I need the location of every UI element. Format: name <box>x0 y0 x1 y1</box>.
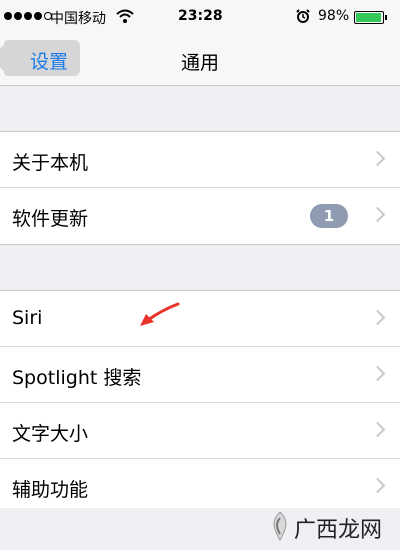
row-label: 文字大小 <box>12 423 89 445</box>
battery-fill <box>356 13 382 22</box>
settings-row-spotlight[interactable]: Spotlight 搜索 <box>0 347 400 403</box>
settings-row-about[interactable]: 关于本机 <box>0 132 400 188</box>
chevron-right-icon <box>369 150 386 167</box>
wifi-icon <box>116 9 134 23</box>
page-title: 通用 <box>180 52 219 74</box>
watermark-logo-icon <box>273 511 287 542</box>
row-label: 软件更新 <box>12 208 89 230</box>
row-label: 关于本机 <box>12 152 89 174</box>
chevron-right-icon <box>369 477 386 494</box>
carrier-name: 中国移动 <box>50 11 106 27</box>
settings-row-accessibility[interactable]: 辅助功能 <box>0 459 400 515</box>
settings-row-software-update[interactable]: 软件更新 1 <box>0 188 400 244</box>
clock: 23:28 <box>178 8 223 24</box>
row-label: 辅助功能 <box>12 479 89 501</box>
status-bar: 中国移动 23:28 98% <box>0 0 400 34</box>
alarm-icon <box>296 9 310 23</box>
watermark: 广西龙网 <box>0 508 400 550</box>
watermark-text: 广西龙网 <box>294 518 383 543</box>
chevron-right-icon <box>369 206 386 223</box>
update-count-badge: 1 <box>310 204 348 228</box>
battery-icon <box>354 11 384 24</box>
battery-tip <box>385 15 387 20</box>
row-label: Spotlight 搜索 <box>12 367 142 389</box>
chevron-right-icon <box>369 309 386 326</box>
navigation-bar: 设置 通用 <box>0 34 400 86</box>
settings-general-screen: 中国移动 23:28 98% 设置 通用 关于本机 软件更新 1 Siri Sp… <box>0 0 400 550</box>
settings-row-siri[interactable]: Siri <box>0 291 400 347</box>
settings-row-text-size[interactable]: 文字大小 <box>0 403 400 459</box>
chevron-right-icon <box>369 421 386 438</box>
signal-dots-icon <box>4 12 52 20</box>
settings-group-about: 关于本机 软件更新 1 <box>0 131 400 245</box>
chevron-right-icon <box>369 365 386 382</box>
battery-percent: 98% <box>318 8 350 24</box>
red-arrow-icon <box>140 302 180 326</box>
settings-group-features: Siri Spotlight 搜索 文字大小 辅助功能 <box>0 290 400 516</box>
row-label: Siri <box>12 307 43 329</box>
